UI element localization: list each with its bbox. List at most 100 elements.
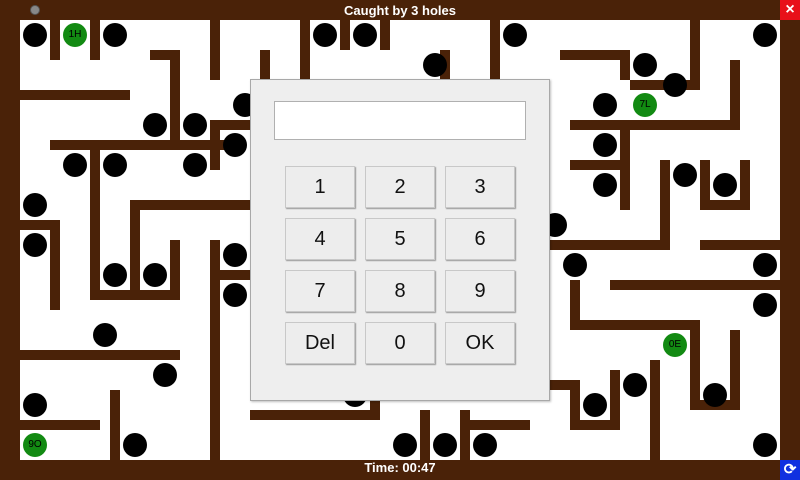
hole [623, 373, 647, 397]
restart-button[interactable]: ⟳ [780, 460, 800, 480]
maze-wall [730, 330, 740, 410]
maze-wall [460, 420, 530, 430]
hole [753, 293, 777, 317]
key-ok[interactable]: OK [445, 322, 515, 364]
key-0[interactable]: 0 [365, 322, 435, 364]
maze-wall [90, 20, 100, 60]
maze-wall [130, 200, 250, 210]
hole [123, 433, 147, 457]
maze-wall [90, 140, 100, 300]
maze-wall [620, 50, 630, 80]
maze-wall [610, 280, 780, 290]
hole [63, 153, 87, 177]
maze-wall [210, 270, 250, 280]
hole [23, 23, 47, 47]
game-title: Caught by 3 holes [344, 3, 456, 18]
hole [663, 73, 687, 97]
maze-wall [570, 160, 630, 170]
hole [183, 113, 207, 137]
hole [143, 113, 167, 137]
hole [223, 243, 247, 267]
key-2[interactable]: 2 [365, 166, 435, 208]
maze-wall [50, 220, 60, 310]
maze-wall [50, 140, 230, 150]
maze-wall [460, 410, 470, 460]
hole [103, 263, 127, 287]
maze-wall [570, 120, 740, 130]
hole [593, 173, 617, 197]
hole [423, 53, 447, 77]
hole [183, 153, 207, 177]
hole [633, 53, 657, 77]
hole [23, 393, 47, 417]
maze-wall [550, 240, 670, 250]
keypad-dialog: 1 2 3 4 5 6 7 8 9 Del 0 OK [250, 79, 550, 401]
hole [753, 433, 777, 457]
maze-wall [650, 360, 660, 460]
hole [143, 263, 167, 287]
maze-wall [110, 390, 120, 460]
hole [753, 253, 777, 277]
hole [23, 193, 47, 217]
close-button[interactable]: × [780, 0, 800, 20]
hole [703, 383, 727, 407]
key-5[interactable]: 5 [365, 218, 435, 260]
target-hole: 0E [663, 333, 687, 357]
maze-wall [420, 410, 430, 460]
hole [23, 233, 47, 257]
maze-wall [170, 240, 180, 300]
hole [593, 133, 617, 157]
maze-wall [730, 60, 740, 130]
maze-wall [490, 20, 500, 80]
hole [503, 23, 527, 47]
key-7[interactable]: 7 [285, 270, 355, 312]
maze-wall [380, 20, 390, 50]
hole [353, 23, 377, 47]
keypad-display [274, 101, 526, 140]
maze-wall [570, 320, 700, 330]
maze-wall [300, 20, 310, 80]
maze-wall [690, 320, 700, 410]
maze-wall [20, 350, 180, 360]
maze-wall [210, 20, 220, 80]
hole [103, 153, 127, 177]
maze-wall [90, 290, 180, 300]
hole [473, 433, 497, 457]
hole [103, 23, 127, 47]
maze-wall [250, 410, 380, 420]
maze-wall [700, 200, 750, 210]
key-8[interactable]: 8 [365, 270, 435, 312]
hole [583, 393, 607, 417]
hole [563, 253, 587, 277]
hole [93, 323, 117, 347]
target-hole: 7L [633, 93, 657, 117]
hole [593, 93, 617, 117]
maze-wall [370, 400, 380, 420]
key-1[interactable]: 1 [285, 166, 355, 208]
hole [393, 433, 417, 457]
key-3[interactable]: 3 [445, 166, 515, 208]
maze-wall [260, 50, 270, 80]
left-frame [0, 20, 20, 460]
maze-wall [20, 90, 130, 100]
maze-wall [20, 420, 100, 430]
maze-wall [50, 20, 60, 60]
key-4[interactable]: 4 [285, 218, 355, 260]
maze-wall [700, 240, 780, 250]
hole [713, 173, 737, 197]
right-frame [780, 20, 800, 460]
key-9[interactable]: 9 [445, 270, 515, 312]
key-6[interactable]: 6 [445, 218, 515, 260]
hole [753, 23, 777, 47]
hole [433, 433, 457, 457]
hole [673, 163, 697, 187]
target-hole: 9O [23, 433, 47, 457]
target-hole: 1H [63, 23, 87, 47]
hole [223, 283, 247, 307]
key-delete[interactable]: Del [285, 322, 355, 364]
timer: Time: 00:47 [364, 460, 436, 475]
hole [223, 133, 247, 157]
maze-wall [210, 120, 220, 170]
maze-wall [170, 50, 180, 140]
maze-wall [610, 370, 620, 430]
